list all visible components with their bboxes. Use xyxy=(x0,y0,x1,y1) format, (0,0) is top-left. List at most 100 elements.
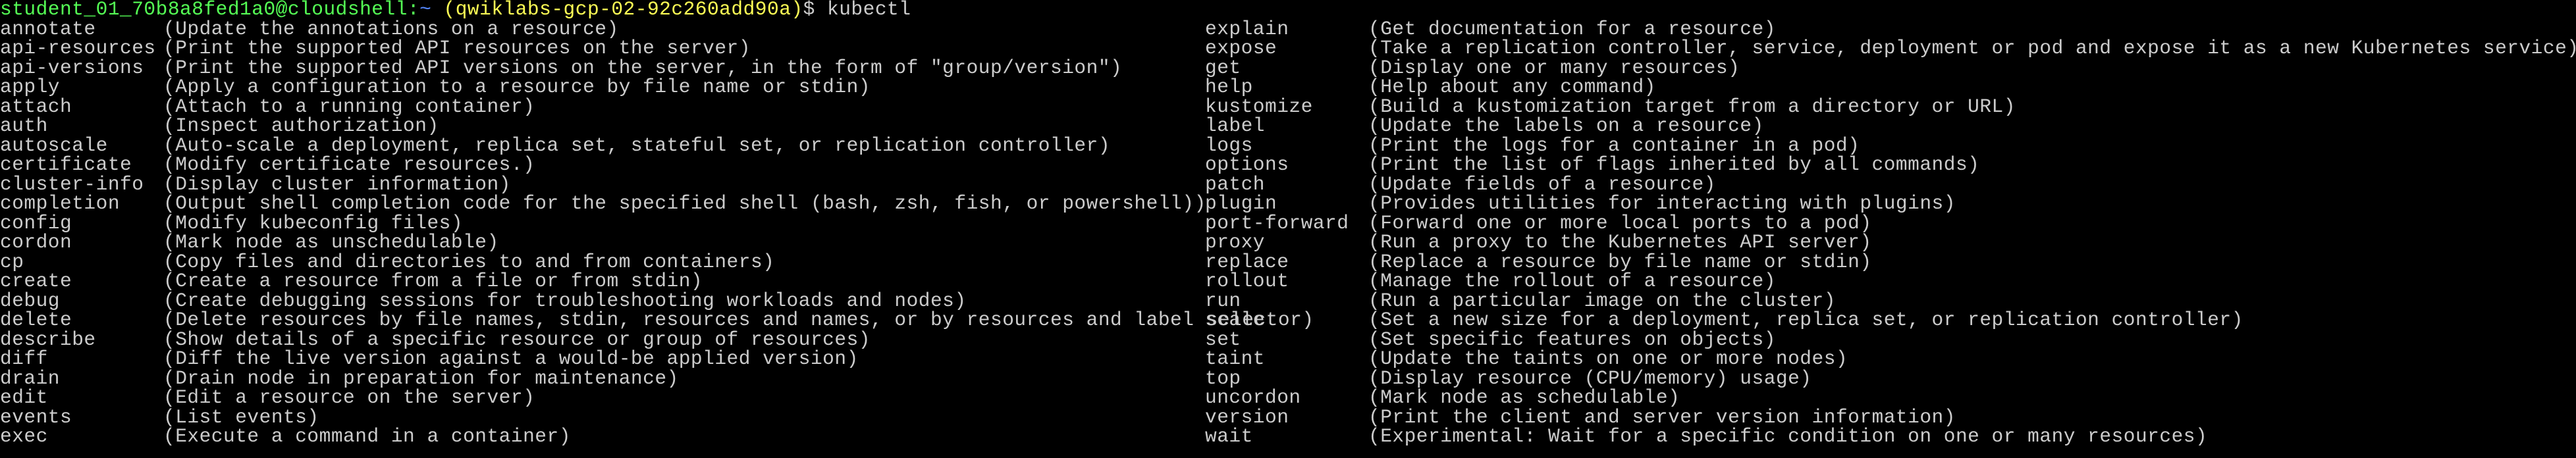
completion-row[interactable]: events(List events) xyxy=(0,408,1205,428)
completion-command-name: cluster-info xyxy=(0,175,163,195)
completion-command-desc: (Take a replication controller, service,… xyxy=(1368,39,2576,59)
completion-row[interactable]: delete(Delete resources by file names, s… xyxy=(0,311,1205,330)
completion-command-name: label xyxy=(1205,116,1368,136)
completion-command-desc: (Get documentation for a resource) xyxy=(1368,20,1776,39)
completion-command-desc: (Print the client and server version inf… xyxy=(1368,408,1956,428)
completion-row[interactable]: diff(Diff the live version against a wou… xyxy=(0,349,1205,369)
completion-command-name: drain xyxy=(0,369,163,389)
completion-row[interactable]: options(Print the list of flags inherite… xyxy=(1205,155,2576,175)
completion-row[interactable]: taint(Update the taints on one or more n… xyxy=(1205,349,2576,369)
completion-command-desc: (Print the supported API resources on th… xyxy=(163,39,751,59)
completion-row[interactable]: logs(Print the logs for a container in a… xyxy=(1205,136,2576,156)
completion-row[interactable]: api-resources(Print the supported API re… xyxy=(0,39,1205,59)
completion-row[interactable]: attach(Attach to a running container) xyxy=(0,97,1205,117)
completion-command-name: debug xyxy=(0,292,163,311)
completion-command-name: top xyxy=(1205,369,1368,389)
completion-row[interactable]: completion(Output shell completion code … xyxy=(0,194,1205,214)
completion-command-name: attach xyxy=(0,97,163,117)
completion-row[interactable]: api-versions(Print the supported API ver… xyxy=(0,59,1205,78)
completion-row[interactable]: autoscale(Auto-scale a deployment, repli… xyxy=(0,136,1205,156)
completion-row[interactable]: proxy(Run a proxy to the Kubernetes API … xyxy=(1205,233,2576,253)
completion-row[interactable]: apply(Apply a configuration to a resourc… xyxy=(0,78,1205,97)
completion-command-name: get xyxy=(1205,59,1368,78)
completion-command-desc: (Print the logs for a container in a pod… xyxy=(1368,136,1860,156)
completion-row[interactable]: certificate(Modify certificate resources… xyxy=(0,155,1205,175)
completion-row[interactable]: top(Display resource (CPU/memory) usage) xyxy=(1205,369,2576,389)
completion-row[interactable]: uncordon(Mark node as schedulable) xyxy=(1205,388,2576,408)
completion-row[interactable]: exec(Execute a command in a container) xyxy=(0,427,1205,447)
completion-command-desc: (Attach to a running container) xyxy=(163,97,535,117)
completion-row[interactable]: scale(Set a new size for a deployment, r… xyxy=(1205,311,2576,330)
completion-command-desc: (Output shell completion code for the sp… xyxy=(163,194,1206,214)
completion-row[interactable]: annotate(Update the annotations on a res… xyxy=(0,20,1205,39)
completion-command-desc: (Print the list of flags inherited by al… xyxy=(1368,155,1979,175)
completion-command-name: options xyxy=(1205,155,1368,175)
completion-row[interactable]: label(Update the labels on a resource) xyxy=(1205,116,2576,136)
completion-row[interactable]: rollout(Manage the rollout of a resource… xyxy=(1205,272,2576,292)
completion-row[interactable]: plugin(Provides utilities for interactin… xyxy=(1205,194,2576,214)
completion-command-name: exec xyxy=(0,427,163,447)
completion-row[interactable]: debug(Create debugging sessions for trou… xyxy=(0,292,1205,311)
completion-row[interactable]: create(Create a resource from a file or … xyxy=(0,272,1205,292)
completion-command-name: set xyxy=(1205,330,1368,350)
completion-command-desc: (Update the taints on one or more nodes) xyxy=(1368,349,1848,369)
prompt-dollar: $ xyxy=(803,0,815,20)
completion-command-name: diff xyxy=(0,349,163,369)
terminal-prompt-line[interactable]: student_01_70b8a8fed1a0@cloudshell:~ (qw… xyxy=(0,0,2576,20)
completion-row[interactable]: explain(Get documentation for a resource… xyxy=(1205,20,2576,39)
completion-command-desc: (Replace a resource by file name or stdi… xyxy=(1368,253,1872,272)
completion-row[interactable]: cp(Copy files and directories to and fro… xyxy=(0,253,1205,272)
completion-command-name: uncordon xyxy=(1205,388,1368,408)
completion-command-desc: (Execute a command in a container) xyxy=(163,427,571,447)
completion-row[interactable]: help(Help about any command) xyxy=(1205,78,2576,97)
completion-column-left: annotate(Update the annotations on a res… xyxy=(0,20,1205,447)
completion-row[interactable]: config(Modify kubeconfig files) xyxy=(0,214,1205,234)
completion-command-desc: (Build a kustomization target from a dir… xyxy=(1368,97,2016,117)
completion-command-name: certificate xyxy=(0,155,163,175)
completion-row[interactable]: drain(Drain node in preparation for main… xyxy=(0,369,1205,389)
completion-command-desc: (Diff the live version against a would-b… xyxy=(163,349,859,369)
completion-command-desc: (List events) xyxy=(163,408,319,428)
completion-command-name: proxy xyxy=(1205,233,1368,253)
completion-row[interactable]: edit(Edit a resource on the server) xyxy=(0,388,1205,408)
completion-row[interactable]: run(Run a particular image on the cluste… xyxy=(1205,292,2576,311)
completion-command-name: patch xyxy=(1205,175,1368,195)
completion-command-desc: (Apply a configuration to a resource by … xyxy=(163,78,871,97)
completion-command-desc: (Create a resource from a file or from s… xyxy=(163,272,703,292)
completion-command-name: describe xyxy=(0,330,163,350)
completion-command-desc: (Help about any command) xyxy=(1368,78,1656,97)
completion-command-name: taint xyxy=(1205,349,1368,369)
completion-row[interactable]: auth(Inspect authorization) xyxy=(0,116,1205,136)
completion-command-desc: (Set specific features on objects) xyxy=(1368,330,1776,350)
completion-command-name: apply xyxy=(0,78,163,97)
completion-row[interactable]: expose(Take a replication controller, se… xyxy=(1205,39,2576,59)
completion-command-desc: (Update fields of a resource) xyxy=(1368,175,1716,195)
completion-row[interactable]: wait(Experimental: Wait for a specific c… xyxy=(1205,427,2576,447)
completion-command-desc: (Print the supported API versions on the… xyxy=(163,59,1122,78)
completion-command-name: replace xyxy=(1205,253,1368,272)
completion-row[interactable]: get(Display one or many resources) xyxy=(1205,59,2576,78)
completion-column-right: explain(Get documentation for a resource… xyxy=(1205,20,2576,447)
prompt-command: kubectl xyxy=(815,0,911,20)
completion-row[interactable]: set(Set specific features on objects) xyxy=(1205,330,2576,350)
completion-command-name: logs xyxy=(1205,136,1368,156)
completion-row[interactable]: patch(Update fields of a resource) xyxy=(1205,175,2576,195)
completion-command-desc: (Copy files and directories to and from … xyxy=(163,253,774,272)
completion-command-name: plugin xyxy=(1205,194,1368,214)
completion-row[interactable]: describe(Show details of a specific reso… xyxy=(0,330,1205,350)
completion-row[interactable]: port-forward(Forward one or more local p… xyxy=(1205,214,2576,234)
completion-row[interactable]: replace(Replace a resource by file name … xyxy=(1205,253,2576,272)
completion-row[interactable]: kustomize(Build a kustomization target f… xyxy=(1205,97,2576,117)
completion-command-desc: (Show details of a specific resource or … xyxy=(163,330,871,350)
completion-command-name: config xyxy=(0,214,163,234)
completion-command-name: help xyxy=(1205,78,1368,97)
completion-command-desc: (Modify certificate resources.) xyxy=(163,155,535,175)
completion-command-name: auth xyxy=(0,116,163,136)
completion-command-name: version xyxy=(1205,408,1368,428)
completion-row[interactable]: cluster-info(Display cluster information… xyxy=(0,175,1205,195)
completion-columns: annotate(Update the annotations on a res… xyxy=(0,20,2576,447)
prompt-project-close: ) xyxy=(791,0,803,20)
completion-row[interactable]: version(Print the client and server vers… xyxy=(1205,408,2576,428)
completion-command-desc: (Experimental: Wait for a specific condi… xyxy=(1368,427,2207,447)
completion-row[interactable]: cordon(Mark node as unschedulable) xyxy=(0,233,1205,253)
